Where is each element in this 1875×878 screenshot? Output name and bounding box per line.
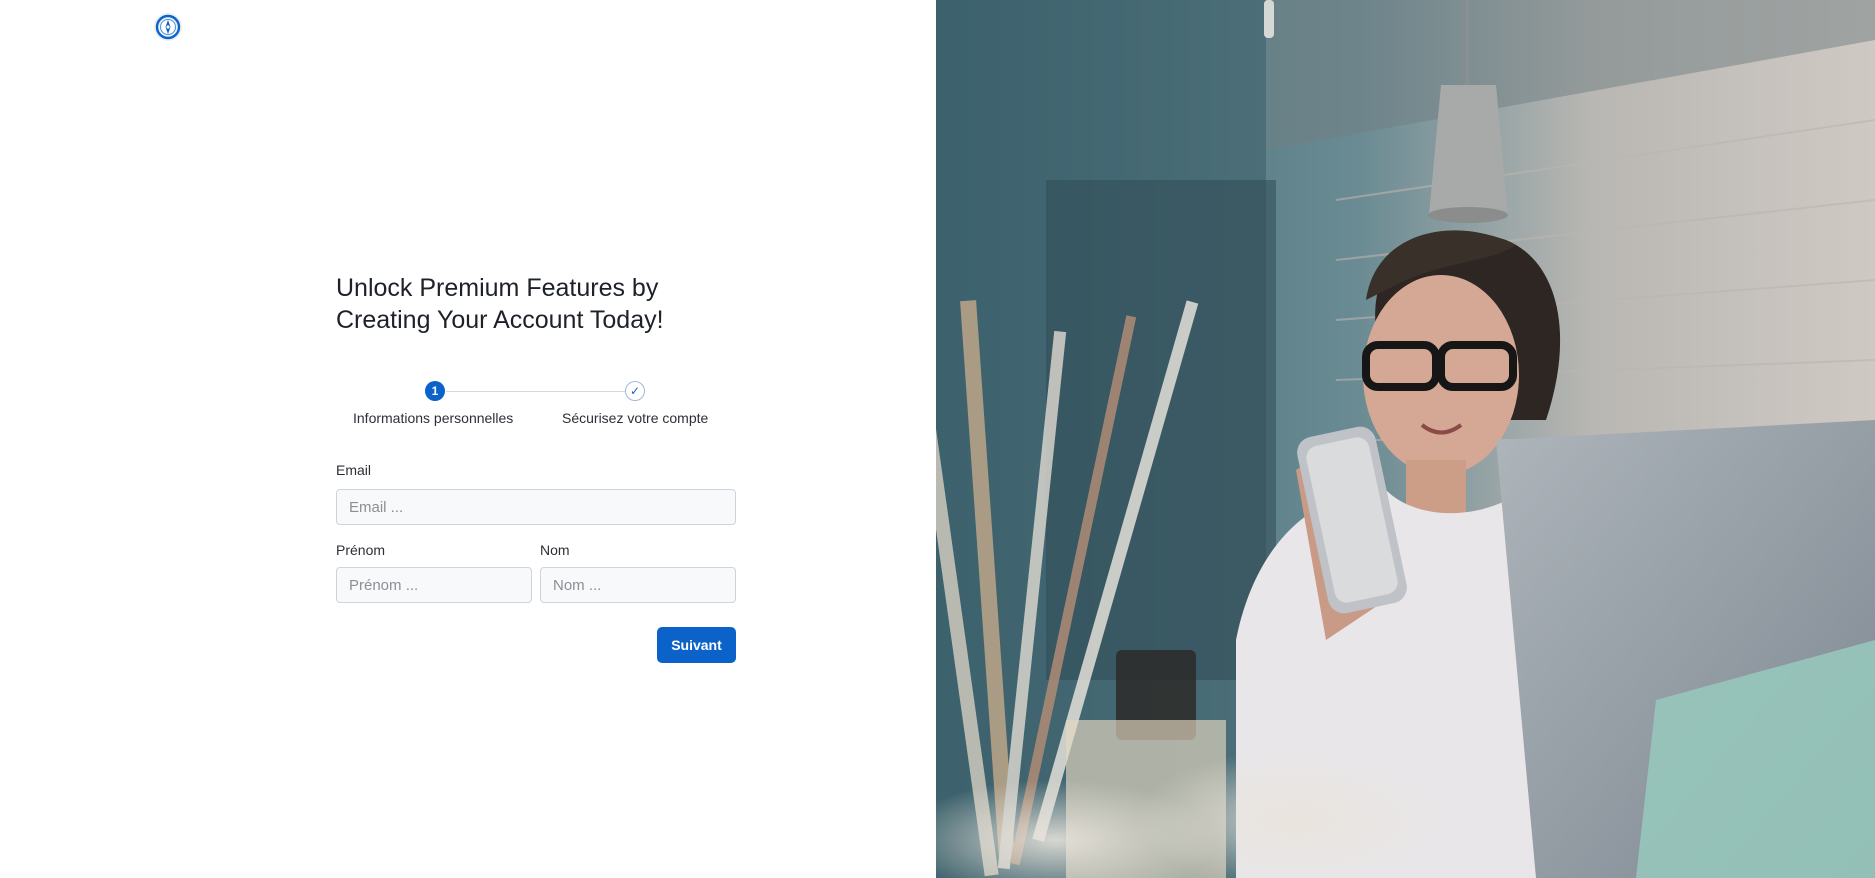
step-1-label: Informations personnelles	[353, 410, 514, 426]
compass-logo-icon	[154, 13, 182, 41]
next-button[interactable]: Suivant	[657, 627, 736, 663]
email-label: Email	[336, 462, 372, 478]
step-1-indicator[interactable]: 1	[425, 381, 445, 401]
hero-image	[936, 0, 1875, 878]
last-name-label: Nom	[540, 542, 570, 558]
email-field[interactable]	[336, 489, 736, 525]
hero-photo	[936, 0, 1875, 878]
stepper-connector	[446, 391, 636, 392]
first-name-field[interactable]	[336, 567, 532, 603]
page-title: Unlock Premium Features by Creating Your…	[336, 274, 664, 334]
last-name-field[interactable]	[540, 567, 736, 603]
signup-panel: Unlock Premium Features by Creating Your…	[0, 0, 936, 878]
step-2-indicator[interactable]: ✓	[625, 381, 645, 401]
step-2-label: Sécurisez votre compte	[562, 410, 709, 426]
signup-stepper: 1 ✓ Informations personnelles Sécurisez …	[336, 380, 736, 430]
first-name-label: Prénom	[336, 542, 386, 558]
